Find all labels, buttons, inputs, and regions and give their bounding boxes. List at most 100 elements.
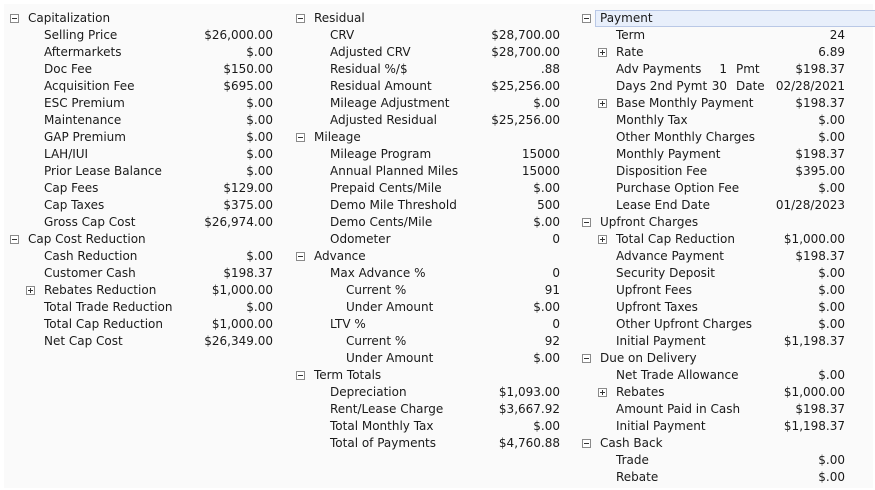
collapse-icon[interactable] — [296, 14, 305, 23]
expand-icon[interactable] — [598, 48, 607, 57]
row-label: Purchase Option Fee — [616, 181, 740, 195]
group-header-capitalization[interactable]: Capitalization — [8, 10, 273, 27]
row-value: $.00 — [533, 419, 560, 433]
tree-row-residual-amount[interactable]: Residual Amount $25,256.00 — [294, 78, 560, 95]
tree-row-doc-fee[interactable]: Doc Fee $150.00 — [8, 61, 273, 78]
tree-row-selling-price[interactable]: Selling Price $26,000.00 — [8, 27, 273, 44]
row-label: Other Upfront Charges — [616, 317, 752, 331]
tree-row-upfront-taxes[interactable]: Upfront Taxes $.00 — [580, 299, 845, 316]
tree-row-ltv[interactable]: LTV % 0 — [294, 316, 560, 333]
tree-row-days-2nd-pymt[interactable]: Days 2nd Pymt 30 Date 02/28/2021 — [580, 78, 845, 95]
tree-row-other-upfront-charges[interactable]: Other Upfront Charges $.00 — [580, 316, 845, 333]
tree-row-adv-payments[interactable]: Adv Payments 1 Pmt $198.37 — [580, 61, 845, 78]
tree-row-annual-planned-miles[interactable]: Annual Planned Miles 15000 — [294, 163, 560, 180]
tree-row-amount-paid-in-cash[interactable]: Amount Paid in Cash $198.37 — [580, 401, 845, 418]
tree-row-under-amount[interactable]: Under Amount $.00 — [294, 350, 560, 367]
tree-row-total-monthly-tax[interactable]: Total Monthly Tax $.00 — [294, 418, 560, 435]
tree-row-rent-lease-charge[interactable]: Rent/Lease Charge $3,667.92 — [294, 401, 560, 418]
expand-icon[interactable] — [598, 388, 607, 397]
group-header-mileage[interactable]: Mileage — [294, 129, 560, 146]
tree-row-trade[interactable]: Trade $.00 — [580, 452, 845, 469]
collapse-icon[interactable] — [10, 14, 19, 23]
tree-row-odometer[interactable]: Odometer 0 — [294, 231, 560, 248]
tree-row-gross-cap-cost[interactable]: Gross Cap Cost $26,974.00 — [8, 214, 273, 231]
tree-row-crv[interactable]: CRV $28,700.00 — [294, 27, 560, 44]
row-label: Initial Payment — [616, 334, 706, 348]
collapse-icon[interactable] — [582, 218, 591, 227]
group-header-advance[interactable]: Advance — [294, 248, 560, 265]
tree-row-initial-payment[interactable]: Initial Payment $1,198.37 — [580, 333, 845, 350]
tree-row-monthly-payment[interactable]: Monthly Payment $198.37 — [580, 146, 845, 163]
tree-row-base-monthly-payment[interactable]: Base Monthly Payment $198.37 — [580, 95, 845, 112]
row-label: GAP Premium — [44, 130, 126, 144]
collapse-icon[interactable] — [582, 439, 591, 448]
row-value: 01/28/2023 — [775, 198, 845, 212]
tree-row-cap-fees[interactable]: Cap Fees $129.00 — [8, 180, 273, 197]
tree-row-security-deposit[interactable]: Security Deposit $.00 — [580, 265, 845, 282]
tree-row-current[interactable]: Current % 92 — [294, 333, 560, 350]
collapse-icon[interactable] — [296, 252, 305, 261]
tree-row-cash-reduction[interactable]: Cash Reduction $.00 — [8, 248, 273, 265]
tree-row-gap-premium[interactable]: GAP Premium $.00 — [8, 129, 273, 146]
row-value: $.00 — [246, 249, 273, 263]
tree-row-mileage-adjustment[interactable]: Mileage Adjustment $.00 — [294, 95, 560, 112]
tree-row-depreciation[interactable]: Depreciation $1,093.00 — [294, 384, 560, 401]
tree-row-prior-lease-balance[interactable]: Prior Lease Balance $.00 — [8, 163, 273, 180]
tree-row-net-trade-allowance[interactable]: Net Trade Allowance $.00 — [580, 367, 845, 384]
collapse-icon[interactable] — [10, 235, 19, 244]
tree-row-cap-taxes[interactable]: Cap Taxes $375.00 — [8, 197, 273, 214]
tree-row-rebates[interactable]: Rebates $1,000.00 — [580, 384, 845, 401]
tree-row-esc-premium[interactable]: ESC Premium $.00 — [8, 95, 273, 112]
row-value: $375.00 — [223, 198, 273, 212]
tree-row-current[interactable]: Current % 91 — [294, 282, 560, 299]
tree-row-monthly-tax[interactable]: Monthly Tax $.00 — [580, 112, 845, 129]
group-header-term-totals[interactable]: Term Totals — [294, 367, 560, 384]
collapse-icon[interactable] — [582, 354, 591, 363]
group-header-payment[interactable]: Payment — [580, 10, 875, 27]
group-header-upfront-charges[interactable]: Upfront Charges — [580, 214, 845, 231]
tree-row-max-advance[interactable]: Max Advance % 0 — [294, 265, 560, 282]
tree-row-lease-end-date[interactable]: Lease End Date 01/28/2023 — [580, 197, 845, 214]
tree-row-aftermarkets[interactable]: Aftermarkets $.00 — [8, 44, 273, 61]
tree-row-demo-mile-threshold[interactable]: Demo Mile Threshold 500 — [294, 197, 560, 214]
tree-row-maintenance[interactable]: Maintenance $.00 — [8, 112, 273, 129]
tree-row-disposition-fee[interactable]: Disposition Fee $395.00 — [580, 163, 845, 180]
expand-icon[interactable] — [598, 235, 607, 244]
tree-row-rebate[interactable]: Rebate $.00 — [580, 469, 845, 486]
tree-row-term[interactable]: Term 24 — [580, 27, 845, 44]
tree-row-other-monthly-charges[interactable]: Other Monthly Charges $.00 — [580, 129, 845, 146]
group-header-residual[interactable]: Residual — [294, 10, 560, 27]
tree-row-upfront-fees[interactable]: Upfront Fees $.00 — [580, 282, 845, 299]
collapse-icon[interactable] — [296, 371, 305, 380]
row-label: Current % — [346, 283, 407, 297]
tree-row-residual[interactable]: Residual %/$ .88 — [294, 61, 560, 78]
tree-row-total-of-payments[interactable]: Total of Payments $4,760.88 — [294, 435, 560, 452]
group-header-due-on-delivery[interactable]: Due on Delivery — [580, 350, 845, 367]
tree-row-customer-cash[interactable]: Customer Cash $198.37 — [8, 265, 273, 282]
tree-row-under-amount[interactable]: Under Amount $.00 — [294, 299, 560, 316]
tree-row-net-cap-cost[interactable]: Net Cap Cost $26,349.00 — [8, 333, 273, 350]
tree-row-adjusted-crv[interactable]: Adjusted CRV $28,700.00 — [294, 44, 560, 61]
tree-row-initial-payment[interactable]: Initial Payment $1,198.37 — [580, 418, 845, 435]
group-header-cash-back[interactable]: Cash Back — [580, 435, 845, 452]
tree-row-acquisition-fee[interactable]: Acquisition Fee $695.00 — [8, 78, 273, 95]
tree-row-lah-iui[interactable]: LAH/IUI $.00 — [8, 146, 273, 163]
tree-row-prepaid-cents-mile[interactable]: Prepaid Cents/Mile $.00 — [294, 180, 560, 197]
row-label: Due on Delivery — [600, 351, 697, 365]
tree-row-rate[interactable]: Rate 6.89 — [580, 44, 845, 61]
expand-icon[interactable] — [598, 99, 607, 108]
tree-row-mileage-program[interactable]: Mileage Program 15000 — [294, 146, 560, 163]
tree-row-total-cap-reduction[interactable]: Total Cap Reduction $1,000.00 — [580, 231, 845, 248]
tree-row-purchase-option-fee[interactable]: Purchase Option Fee $.00 — [580, 180, 845, 197]
group-header-cap-cost-reduction[interactable]: Cap Cost Reduction — [8, 231, 273, 248]
tree-row-adjusted-residual[interactable]: Adjusted Residual $25,256.00 — [294, 112, 560, 129]
tree-row-total-cap-reduction[interactable]: Total Cap Reduction $1,000.00 — [8, 316, 273, 333]
expand-icon[interactable] — [26, 286, 35, 295]
collapse-icon[interactable] — [582, 14, 591, 23]
row-value: $1,000.00 — [211, 317, 273, 331]
tree-row-advance-payment[interactable]: Advance Payment $198.37 — [580, 248, 845, 265]
collapse-icon[interactable] — [296, 133, 305, 142]
tree-row-rebates-reduction[interactable]: Rebates Reduction $1,000.00 — [8, 282, 273, 299]
tree-row-total-trade-reduction[interactable]: Total Trade Reduction $.00 — [8, 299, 273, 316]
tree-row-demo-cents-mile[interactable]: Demo Cents/Mile $.00 — [294, 214, 560, 231]
